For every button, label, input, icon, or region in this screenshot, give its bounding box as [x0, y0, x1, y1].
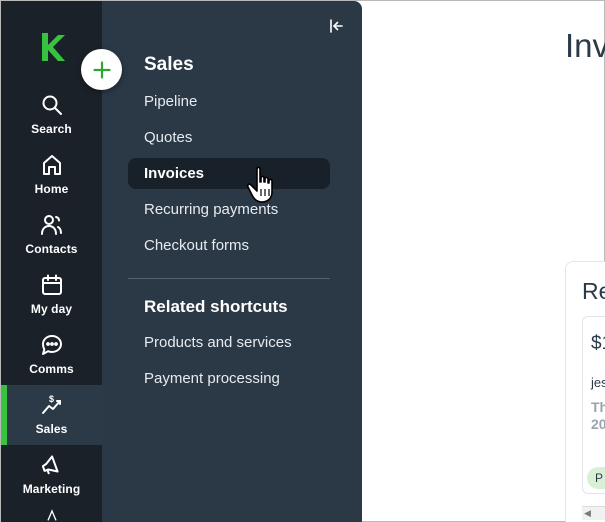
rail-item-label: My day	[30, 302, 73, 316]
invoice-amount: $1	[591, 333, 605, 354]
quick-add-button[interactable]	[81, 49, 122, 90]
plus-icon	[92, 60, 111, 79]
menu-item-products-and-services[interactable]: Products and services	[128, 327, 330, 358]
collapse-left-icon	[330, 19, 343, 33]
rail-item-label: Comms	[29, 362, 74, 376]
chat-bubble-icon	[41, 335, 62, 355]
keap-logo-icon[interactable]	[39, 31, 65, 63]
rail-item-search[interactable]: Search	[1, 85, 102, 145]
page-title: Inv	[565, 27, 605, 64]
sales-chart-icon: $	[41, 394, 61, 414]
menu-item-payment-processing[interactable]: Payment processing	[128, 363, 330, 394]
menu-item-recurring-payments[interactable]: Recurring payments	[128, 194, 330, 225]
menu-item-checkout-forms[interactable]: Checkout forms	[128, 230, 330, 261]
menu-item-pipeline[interactable]: Pipeline	[128, 86, 330, 117]
rail-item-label: Home	[34, 182, 69, 196]
collapse-panel-button[interactable]	[325, 15, 347, 37]
sales-menu-panel: Sales Pipeline Quotes Invoices Recurring…	[102, 1, 362, 522]
contacts-icon	[40, 215, 62, 235]
svg-text:$: $	[49, 394, 54, 404]
card-title: Re	[582, 278, 605, 304]
invoice-customer: jes	[591, 375, 605, 390]
megaphone-icon	[41, 455, 59, 475]
rail-item-marketing[interactable]: Marketing	[1, 445, 102, 505]
rail-item-comms[interactable]: Comms	[1, 325, 102, 385]
invoice-date-line-1: Th	[591, 399, 605, 415]
rail-item-label: Contacts	[25, 242, 78, 256]
rail-item-home[interactable]: Home	[1, 145, 102, 205]
invoice-date-line-2: 20	[591, 416, 605, 432]
calendar-icon	[41, 274, 62, 295]
rail-item-sales[interactable]: $ Sales	[1, 385, 102, 445]
rail-item-label: Search	[31, 122, 72, 136]
menu-item-quotes[interactable]: Quotes	[128, 122, 330, 153]
rail-item-label: Sales	[35, 422, 68, 436]
invoice-preview-card[interactable]: $1 jes Th 20 P	[582, 316, 605, 494]
related-shortcuts-title: Related shortcuts	[144, 297, 288, 316]
menu-item-invoices[interactable]: Invoices	[128, 158, 330, 189]
rail-item-label: Marketing	[22, 482, 81, 496]
rail-item-my-day[interactable]: My day	[1, 265, 102, 325]
rail-item-contacts[interactable]: Contacts	[1, 205, 102, 265]
status-badge: P	[587, 467, 605, 489]
recent-invoices-card: Re $1 jes Th 20 P ◀	[565, 261, 605, 522]
horizontal-scrollbar[interactable]: ◀	[582, 506, 605, 520]
home-icon	[42, 155, 61, 175]
search-icon	[42, 95, 62, 115]
rail-item-more[interactable]	[1, 505, 102, 522]
chart-peak-icon	[46, 509, 57, 521]
menu-divider	[128, 278, 330, 279]
panel-title: Sales	[144, 54, 194, 75]
scroll-left-arrow-icon[interactable]: ◀	[584, 508, 591, 519]
